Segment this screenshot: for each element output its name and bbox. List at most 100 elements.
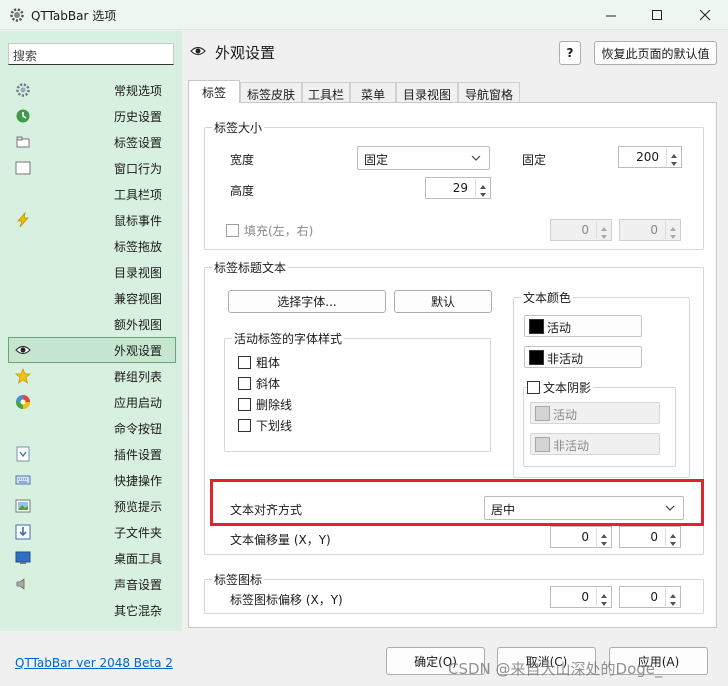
width-label: 宽度 (230, 153, 255, 167)
width-mode-select[interactable]: 固定 (357, 146, 490, 170)
restore-defaults-button[interactable]: 恢复此页面的默认值 (594, 41, 717, 65)
text-shadow-checkbox[interactable] (527, 381, 540, 394)
close-button[interactable] (682, 0, 728, 30)
fill-right-stepper[interactable]: 0 (619, 219, 681, 241)
sidebar-item-history[interactable]: 历史设置 (8, 103, 176, 129)
height-stepper[interactable]: 29 (425, 177, 491, 199)
sidebar-item-label: 额外视图 (114, 318, 163, 332)
active-color-button[interactable]: 活动 (524, 315, 642, 337)
window-icon (15, 161, 31, 175)
sidebar-item-folder-view[interactable]: 目录视图 (8, 259, 176, 285)
sidebar-item-label: 其它混杂 (114, 604, 163, 618)
sidebar-item-label: 兼容视图 (114, 292, 163, 306)
version-link[interactable]: QTTabBar ver 2048 Beta 2 (15, 656, 173, 670)
tab-tabs[interactable]: 标签 (188, 80, 240, 103)
tab-icon (16, 136, 30, 148)
watermark: CSDN @来自大山深处的Doge_ (448, 660, 663, 678)
lightning-icon (17, 212, 29, 228)
chevron-down-icon[interactable] (600, 597, 608, 606)
bold-checkbox[interactable] (238, 356, 251, 369)
tab-tab-skin[interactable]: 标签皮肤 (240, 82, 302, 102)
shadow-inactive-button[interactable]: 非活动 (530, 433, 660, 455)
tab-nav-pane[interactable]: 导航窗格 (458, 82, 520, 102)
icon-offset-x-stepper[interactable]: 0 (550, 586, 612, 608)
sidebar-item-window-behavior[interactable]: 窗口行为 (8, 155, 176, 181)
sidebar-item-plugins[interactable]: 插件设置 (8, 441, 176, 467)
chevron-up-icon[interactable] (669, 589, 677, 598)
chevron-up-icon[interactable] (670, 149, 678, 158)
plugin-icon (16, 446, 30, 462)
shadow-active-button[interactable]: 活动 (530, 402, 660, 424)
chevron-down-icon[interactable] (669, 537, 677, 546)
sidebar-item-extra-view[interactable]: 额外视图 (8, 311, 176, 337)
sidebar-item-shortcuts[interactable]: 快捷操作 (8, 467, 176, 493)
stepper-value: 0 (581, 590, 589, 604)
chevron-down-icon[interactable] (669, 597, 677, 606)
eye-icon (190, 46, 206, 56)
fill-checkbox[interactable] (226, 224, 239, 237)
italic-checkbox[interactable] (238, 377, 251, 390)
close-icon (699, 9, 710, 20)
chevron-up-icon[interactable] (669, 529, 677, 538)
sidebar-item-general[interactable]: 常规选项 (8, 77, 176, 103)
sidebar-item-toolbar[interactable]: 工具栏项 (8, 181, 176, 207)
color-swatch (535, 406, 550, 421)
text-shadow-group: 文本阴影 活动 非活动 (523, 379, 676, 467)
tab-menu[interactable]: 菜单 (350, 82, 396, 102)
text-color-group: 文本颜色 活动 非活动 文本阴影 活动 非活动 (513, 289, 690, 478)
tab-toolbar[interactable]: 工具栏 (302, 82, 350, 102)
sidebar-item-preview-tips[interactable]: 预览提示 (8, 493, 176, 519)
chevron-down-icon (669, 230, 677, 239)
search-input[interactable]: 搜索 (8, 43, 174, 65)
sidebar-item-tab-settings[interactable]: 标签设置 (8, 129, 176, 155)
sidebar-item-appearance[interactable]: 外观设置 (8, 337, 176, 363)
italic-label: 斜体 (256, 377, 281, 391)
sidebar-item-mouse-events[interactable]: 鼠标事件 (8, 207, 176, 233)
sidebar-item-sound[interactable]: 声音设置 (8, 571, 176, 597)
sidebar-item-subfolders[interactable]: 子文件夹 (8, 519, 176, 545)
sidebar-item-app-launch[interactable]: 应用启动 (8, 389, 176, 415)
stepper-value: 0 (650, 223, 658, 237)
group-title: 标签标题文本 (212, 259, 289, 276)
underline-checkbox[interactable] (238, 419, 251, 432)
inactive-color-label: 非活动 (547, 352, 584, 366)
sidebar-item-label: 标签拖放 (114, 240, 163, 254)
fixed-width-stepper[interactable]: 200 (618, 146, 682, 168)
text-offset-x-stepper[interactable]: 0 (550, 526, 612, 548)
tab-size-group: 标签大小 宽度 固定 固定 200 高度 29 填充(左，右) 0 0 (204, 119, 704, 250)
chevron-up-icon[interactable] (600, 529, 608, 538)
chevron-up-icon[interactable] (600, 589, 608, 598)
sidebar-item-command-buttons[interactable]: 命令按钮 (8, 415, 176, 441)
fixed-label: 固定 (522, 153, 547, 167)
maximize-button[interactable] (634, 0, 680, 30)
gear-icon (16, 83, 30, 97)
chevron-down-icon (600, 230, 608, 239)
sidebar-item-compat-view[interactable]: 兼容视图 (8, 285, 176, 311)
inactive-color-button[interactable]: 非活动 (524, 346, 642, 368)
sidebar-item-misc[interactable]: 其它混杂 (8, 597, 176, 623)
help-button[interactable]: ? (559, 41, 581, 65)
default-font-button[interactable]: 默认 (394, 290, 492, 313)
text-offset-y-stepper[interactable]: 0 (619, 526, 681, 548)
strikethrough-checkbox[interactable] (238, 398, 251, 411)
chevron-down-icon[interactable] (600, 537, 608, 546)
tab-strip: 标签 标签皮肤 工具栏 菜单 目录视图 导航窗格 (188, 80, 718, 103)
sidebar-item-desktop-tools[interactable]: 桌面工具 (8, 545, 176, 571)
color-swatch (535, 437, 550, 452)
sidebar-item-group-list[interactable]: 群组列表 (8, 363, 176, 389)
icon-offset-y-stepper[interactable]: 0 (619, 586, 681, 608)
maximize-icon (651, 9, 662, 20)
chevron-up-icon[interactable] (479, 180, 487, 189)
fill-left-stepper[interactable]: 0 (550, 219, 612, 241)
chevron-down-icon[interactable] (670, 157, 678, 166)
minimize-button[interactable] (588, 0, 634, 30)
sidebar-item-label: 命令按钮 (114, 422, 163, 436)
group-title: 文本颜色 (521, 289, 574, 306)
tab-folder-view[interactable]: 目录视图 (396, 82, 458, 102)
chevron-down-icon[interactable] (479, 188, 487, 197)
color-swatch (529, 319, 544, 334)
sidebar-item-label: 历史设置 (114, 110, 163, 124)
sidebar-item-tab-drag[interactable]: 标签拖放 (8, 233, 176, 259)
choose-font-button[interactable]: 选择字体... (228, 290, 386, 313)
sidebar-item-label: 群组列表 (114, 370, 163, 384)
